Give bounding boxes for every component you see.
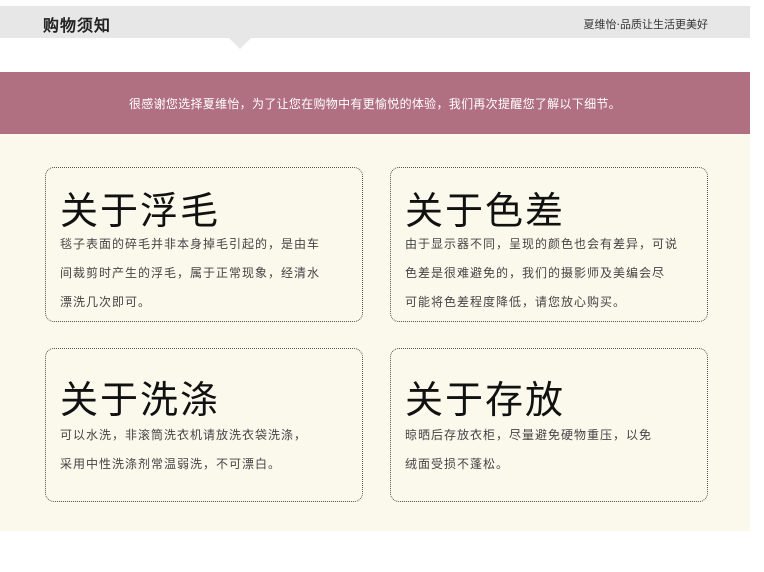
notice-banner-text: 很感谢您选择夏维怡，为了让您在购物中有更愉悦的体验，我们再次提醒您了解以下细节。 [128,97,621,111]
card-text-line: 绒面受损不蓬松。 [405,457,510,471]
page-title: 购物须知 [43,16,112,35]
notice-banner: 很感谢您选择夏维怡，为了让您在购物中有更愉悦的体验，我们再次提醒您了解以下细节。 [0,72,750,134]
card-body: 由于显示器不同，呈现的颜色也会有差异，可说 色差是很难避免的，我们的摄影师及美编… [405,230,703,317]
card-body: 毯子表面的碎毛并非本身掉毛引起的，是由车 间裁剪时产生的浮毛，属于正常现象，经清… [60,230,358,317]
info-card-storage: 关于存放 晾晒后存放衣柜，尽量避免硬物重压，以免 绒面受损不蓬松。 [390,348,708,502]
header-pointer-arrow [229,38,251,49]
brand-slogan: 夏维怡·品质让生活更美好 [583,18,709,31]
card-title: 关于浮毛 [60,189,221,233]
info-card-color-difference: 关于色差 由于显示器不同，呈现的颜色也会有差异，可说 色差是很难避免的，我们的摄… [390,167,708,322]
card-title: 关于色差 [405,189,566,233]
card-text-line: 可以水洗，非滚筒洗衣机请放洗衣袋洗涤， [60,428,308,442]
card-text-line: 色差是很难避免的，我们的摄影师及美编会尽 [405,266,666,280]
header-bar: 购物须知 夏维怡·品质让生活更美好 [0,6,750,38]
info-card-washing: 关于洗涤 可以水洗，非滚筒洗衣机请放洗衣袋洗涤， 采用中性洗涤剂常温弱洗，不可漂… [45,348,363,502]
card-text-line: 间裁剪时产生的浮毛，属于正常现象，经清水 [60,266,321,280]
card-body: 可以水洗，非滚筒洗衣机请放洗衣袋洗涤， 采用中性洗涤剂常温弱洗，不可漂白。 [60,421,358,479]
card-text-line: 可能将色差程度降低，请您放心购买。 [405,295,627,309]
card-text-line: 毯子表面的碎毛并非本身掉毛引起的，是由车 [60,237,321,251]
card-text-line: 采用中性洗涤剂常温弱洗，不可漂白。 [60,457,282,471]
card-title: 关于洗涤 [60,378,221,422]
card-text-line: 漂洗几次即可。 [60,295,152,309]
card-text-line: 晾晒后存放衣柜，尽量避免硬物重压，以免 [405,428,653,442]
card-text-line: 由于显示器不同，呈现的颜色也会有差异，可说 [405,237,679,251]
card-title: 关于存放 [405,378,566,422]
card-body: 晾晒后存放衣柜，尽量避免硬物重压，以免 绒面受损不蓬松。 [405,421,703,479]
info-card-lint: 关于浮毛 毯子表面的碎毛并非本身掉毛引起的，是由车 间裁剪时产生的浮毛，属于正常… [45,167,363,322]
